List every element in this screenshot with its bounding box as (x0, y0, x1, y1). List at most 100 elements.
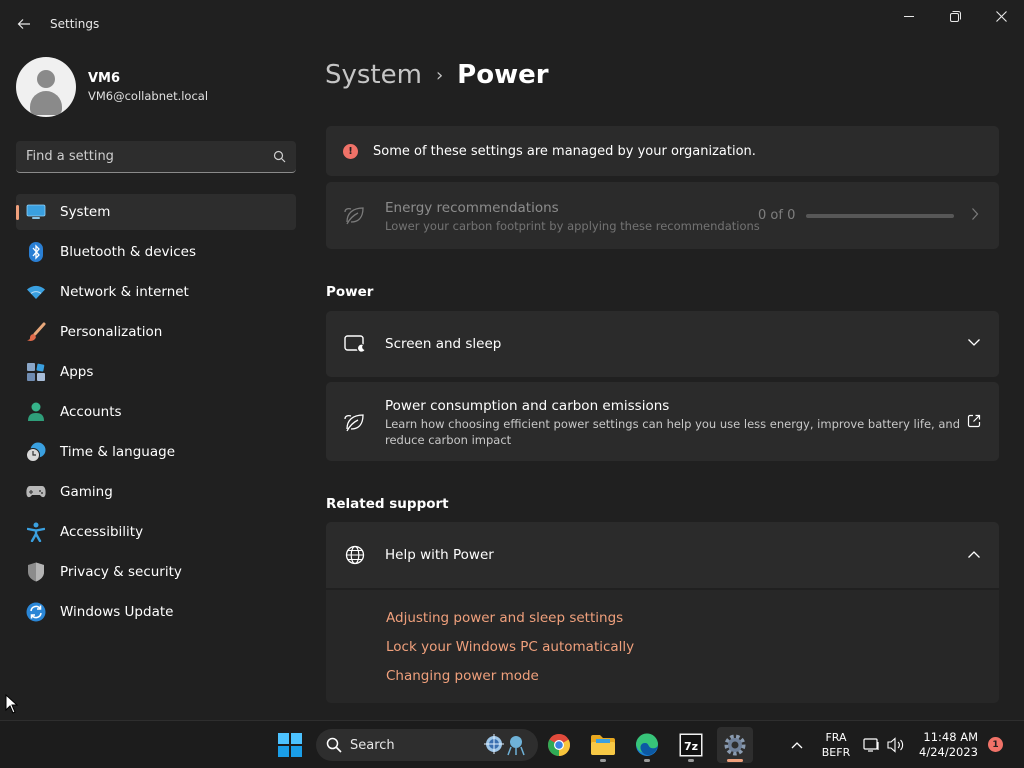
shield-icon (26, 562, 46, 582)
sidebar-item-accounts[interactable]: Accounts (16, 394, 296, 430)
7zip-icon: 7z (679, 733, 703, 757)
chevron-up-icon (791, 742, 803, 749)
accounts-icon (26, 402, 46, 422)
banner-text: Some of these settings are managed by yo… (373, 143, 756, 159)
globe-icon (344, 544, 366, 566)
sidebar-item-personalization[interactable]: Personalization (16, 314, 296, 350)
wifi-icon (26, 282, 46, 302)
sidebar-item-privacy[interactable]: Privacy & security (16, 554, 296, 590)
accessibility-icon (26, 522, 46, 542)
taskbar: Search 7z FRA BEFR 11:48 AM 4/24/2023 1 (0, 720, 1024, 768)
network-volume-button[interactable] (858, 727, 910, 763)
start-button[interactable] (272, 727, 308, 763)
sidebar-nav: System Bluetooth & devices Network & int… (16, 194, 296, 634)
network-icon (863, 738, 879, 752)
energy-recommendations-card[interactable]: Energy recommendations Lower your carbon… (326, 182, 999, 249)
sidebar-item-label: Apps (60, 364, 94, 380)
clock[interactable]: 11:48 AM 4/24/2023 (916, 730, 978, 760)
windows-logo-icon (278, 733, 302, 757)
search-highlight-icon (484, 734, 525, 756)
chevron-down-icon[interactable] (967, 338, 981, 347)
sidebar-item-windows-update[interactable]: Windows Update (16, 594, 296, 630)
taskbar-search-label: Search (350, 737, 395, 753)
help-title: Help with Power (385, 547, 494, 563)
chrome-taskbar-button[interactable] (541, 727, 577, 763)
sidebar-item-apps[interactable]: Apps (16, 354, 296, 390)
update-icon (26, 602, 46, 622)
managed-by-org-banner: ! Some of these settings are managed by … (326, 126, 999, 176)
power-consumption-title: Power consumption and carbon emissions (385, 398, 670, 414)
sidebar-item-label: System (60, 204, 111, 220)
external-link-icon[interactable] (967, 414, 981, 428)
edge-taskbar-button[interactable] (629, 727, 665, 763)
folder-icon (591, 735, 615, 755)
info-icon: ! (343, 143, 358, 159)
screen-sleep-title: Screen and sleep (385, 336, 502, 352)
clock-globe-icon (26, 442, 46, 462)
file-explorer-taskbar-button[interactable] (585, 727, 621, 763)
sidebar-item-label: Windows Update (60, 604, 174, 620)
help-with-power-header[interactable]: Help with Power (326, 522, 999, 588)
leaf-icon (344, 411, 366, 433)
chrome-icon (548, 734, 570, 756)
energy-count: 0 of 0 (758, 208, 796, 223)
energy-title: Energy recommendations (385, 200, 559, 216)
mouse-cursor-icon (5, 694, 19, 714)
sidebar-item-gaming[interactable]: Gaming (16, 474, 296, 510)
power-section-title: Power (326, 284, 374, 300)
show-hidden-icons-button[interactable] (780, 727, 814, 763)
related-support-title: Related support (326, 496, 449, 512)
search-icon (273, 150, 286, 163)
help-link-lock-pc[interactable]: Lock your Windows PC automatically (386, 639, 634, 655)
help-link-power-mode[interactable]: Changing power mode (386, 668, 539, 684)
user-profile[interactable]: VM6 VM6@collabnet.local (16, 57, 208, 117)
input-language-indicator[interactable]: FRA BEFR (820, 730, 852, 760)
clock-date: 4/24/2023 (919, 745, 978, 759)
sidebar-item-label: Accounts (60, 404, 122, 420)
restore-icon (949, 10, 961, 22)
sidebar-item-label: Accessibility (60, 524, 144, 540)
sidebar-item-label: Time & language (60, 444, 176, 460)
minimize-icon (904, 16, 914, 17)
svg-text:7z: 7z (684, 740, 698, 753)
back-button[interactable] (12, 12, 36, 36)
sidebar-item-bluetooth[interactable]: Bluetooth & devices (16, 234, 296, 270)
app-title: Settings (50, 17, 100, 31)
volume-icon (887, 737, 904, 753)
breadcrumb-separator: › (435, 64, 444, 86)
profile-email: VM6@collabnet.local (88, 89, 209, 103)
settings-taskbar-button[interactable] (717, 727, 753, 763)
power-consumption-row[interactable]: Power consumption and carbon emissions L… (326, 382, 999, 461)
sidebar-item-label: Personalization (60, 324, 163, 340)
sidebar-item-time-language[interactable]: Time & language (16, 434, 296, 470)
keyboard-layout: BEFR (821, 746, 851, 759)
notification-badge[interactable]: 1 (988, 737, 1003, 752)
back-arrow-icon (17, 19, 30, 29)
brush-icon (26, 322, 46, 342)
power-consumption-subtitle-1: Learn how choosing efficient power setti… (385, 417, 960, 431)
breadcrumb: System › Power (325, 60, 549, 90)
help-links-panel: Adjusting power and sleep settings Lock … (326, 590, 999, 703)
sidebar-item-system[interactable]: System (16, 194, 296, 230)
energy-subtitle: Lower your carbon footprint by applying … (385, 219, 760, 233)
energy-progress-bar (806, 214, 954, 218)
breadcrumb-parent[interactable]: System (325, 60, 422, 90)
profile-name: VM6 (88, 71, 121, 86)
7zip-taskbar-button[interactable]: 7z (673, 727, 709, 763)
screen-and-sleep-row[interactable]: Screen and sleep (326, 311, 999, 377)
chevron-up-icon[interactable] (967, 550, 981, 559)
maximize-button[interactable] (932, 4, 978, 28)
sidebar-item-label: Network & internet (60, 284, 189, 300)
taskbar-search[interactable]: Search (316, 729, 538, 761)
sidebar-item-network[interactable]: Network & internet (16, 274, 296, 310)
sidebar-item-label: Bluetooth & devices (60, 244, 197, 260)
settings-gear-icon (724, 734, 746, 756)
sidebar-item-accessibility[interactable]: Accessibility (16, 514, 296, 550)
language-code: FRA (825, 731, 847, 744)
title-bar: Settings (0, 0, 1024, 48)
close-button[interactable] (978, 4, 1024, 28)
bluetooth-icon (26, 242, 46, 262)
search-input[interactable]: Find a setting (16, 141, 296, 173)
help-link-adjusting-power[interactable]: Adjusting power and sleep settings (386, 610, 623, 626)
minimize-button[interactable] (886, 4, 932, 28)
